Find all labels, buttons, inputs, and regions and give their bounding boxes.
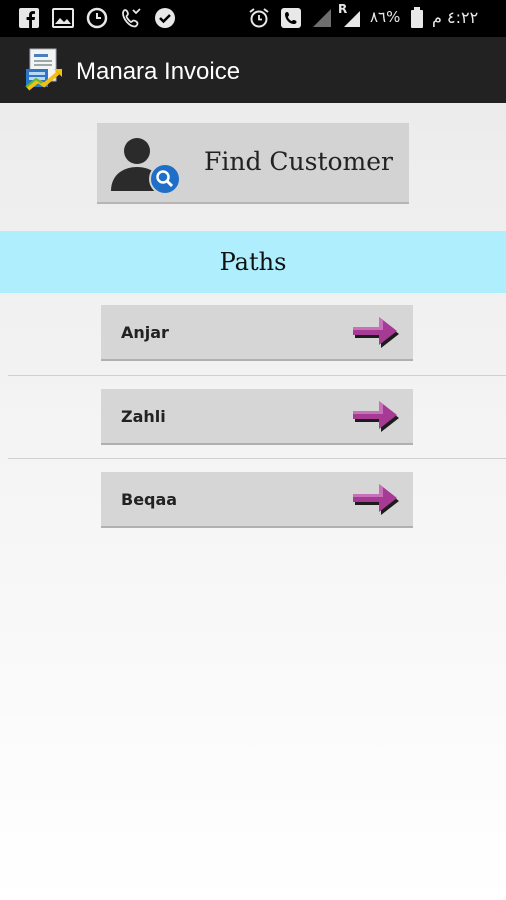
divider bbox=[8, 458, 506, 459]
path-label: Zahli bbox=[121, 407, 166, 426]
alarm-icon bbox=[249, 8, 269, 28]
paths-title: Paths bbox=[219, 248, 287, 276]
image-icon bbox=[52, 8, 74, 28]
path-label: Beqaa bbox=[121, 490, 178, 509]
path-label: Anjar bbox=[121, 323, 169, 342]
invoice-chart-icon bbox=[25, 48, 62, 91]
clock-icon bbox=[86, 7, 108, 29]
phone-icon bbox=[281, 8, 301, 28]
app-bar: Manara Invoice bbox=[0, 37, 506, 103]
battery-percent: ٨٦% bbox=[370, 8, 401, 26]
person-search-icon bbox=[111, 138, 181, 195]
app-title: Manara Invoice bbox=[76, 58, 241, 85]
status-time: ٤:٢٢ م bbox=[432, 8, 479, 27]
find-customer-button[interactable]: Find Customer bbox=[97, 123, 409, 204]
arrow-right-icon bbox=[353, 317, 399, 348]
signal-icon bbox=[313, 9, 331, 27]
roaming-label: R bbox=[338, 2, 348, 16]
main-content: Find Customer Paths Anjar Zahli Beqaa bbox=[0, 103, 506, 900]
path-item-beqaa[interactable]: Beqaa bbox=[101, 472, 413, 528]
status-bar: R ٨٦% ٤:٢٢ م bbox=[0, 0, 506, 37]
phone-missed-icon bbox=[122, 8, 141, 28]
path-item-anjar[interactable]: Anjar bbox=[101, 305, 413, 361]
check-icon bbox=[155, 8, 175, 28]
arrow-right-icon bbox=[353, 484, 399, 515]
find-customer-label: Find Customer bbox=[204, 147, 394, 176]
battery-icon bbox=[411, 7, 423, 28]
paths-header: Paths bbox=[0, 231, 506, 293]
path-item-zahli[interactable]: Zahli bbox=[101, 389, 413, 445]
facebook-icon bbox=[19, 8, 39, 28]
divider bbox=[8, 375, 506, 376]
arrow-right-icon bbox=[353, 401, 399, 432]
